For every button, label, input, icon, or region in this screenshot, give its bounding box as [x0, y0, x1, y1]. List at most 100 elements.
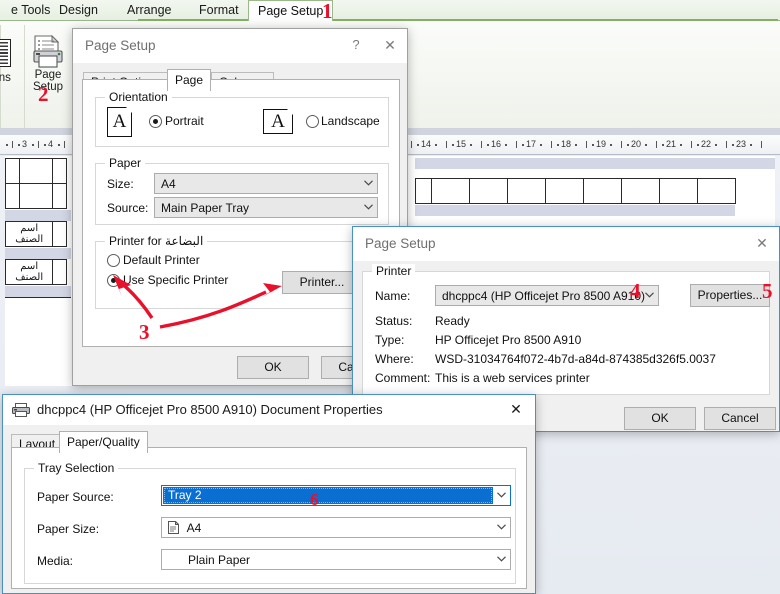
ruler-tick: 18 [561, 139, 572, 149]
radio-landscape[interactable] [306, 115, 319, 128]
document-table-left [5, 158, 67, 209]
document-table-right [415, 178, 736, 204]
radio-portrait[interactable] [149, 115, 162, 128]
radio-default-printer[interactable] [107, 254, 120, 267]
document-properties-dialog[interactable]: dhcppc4 (HP Officejet Pro 8500 A910) Doc… [2, 394, 536, 594]
printer-for-group: Printer for البضاعة Default Printer Use … [95, 234, 389, 309]
printer-type-label: Type: [375, 333, 405, 347]
printer-ok-button[interactable]: OK [624, 407, 696, 430]
tab-page[interactable]: Page [167, 69, 212, 91]
chevron-down-icon[interactable] [359, 174, 377, 193]
radio-use-specific-printer-label: Use Specific Printer [123, 273, 229, 287]
help-icon[interactable]: ? [339, 29, 373, 61]
radio-default-printer-label: Default Printer [123, 253, 200, 267]
ribbon-button-page-setup-label-2: Setup [32, 81, 64, 93]
close-icon[interactable]: ✕ [745, 227, 779, 259]
table-row-band [5, 248, 71, 259]
properties-button[interactable]: Properties... [690, 284, 770, 307]
printer-icon [12, 403, 30, 417]
ruler-tick: 15 [456, 139, 467, 149]
orientation-group: Orientation A Portrait A Landscape [95, 90, 389, 147]
tray-selection-group: Tray Selection Paper Source: Tray 2 Pape… [24, 461, 516, 584]
chevron-down-icon[interactable] [492, 550, 510, 569]
printer-page-setup-titlebar[interactable]: Page Setup ✕ [353, 227, 779, 261]
table-cell-arabic: اسم الصنف [4, 259, 54, 285]
chevron-down-icon[interactable] [640, 286, 658, 305]
paper-sheet-icon [168, 520, 180, 540]
ruler-tick: 16 [491, 139, 502, 149]
printer-where-label: Where: [375, 352, 414, 366]
media-combo-dp[interactable]: Plain Paper [161, 549, 511, 570]
printer-status-value: Ready [435, 314, 470, 328]
ribbon-button-page-setup[interactable]: Page Setup [20, 34, 76, 93]
paper-size-label-dp: Paper Size: [37, 522, 100, 536]
close-icon[interactable]: ✕ [373, 29, 407, 61]
ribbon-button-page-setup-label-1: Page [34, 69, 62, 81]
orientation-group-label: Orientation [105, 90, 172, 104]
printer-page-setup-title: Page Setup [365, 236, 436, 251]
printer-cancel-button[interactable]: Cancel [704, 407, 776, 430]
table-row-band [415, 205, 735, 216]
chevron-down-icon[interactable] [492, 518, 510, 537]
columns-icon [0, 39, 11, 67]
radio-landscape-label: Landscape [321, 114, 380, 128]
paper-size-value: A4 [161, 177, 176, 191]
tab-page-setup[interactable]: Page Setup [248, 0, 334, 22]
table-row-band [5, 286, 71, 297]
ruler-tick: 4 [48, 139, 54, 149]
ruler-tick: 14 [421, 139, 432, 149]
tab-paper-quality[interactable]: Paper/Quality [59, 431, 148, 453]
ruler-tick: 20 [631, 139, 642, 149]
chevron-down-icon[interactable] [359, 198, 377, 217]
printer-name-combo[interactable]: dhcppc4 (HP Officejet Pro 8500 A910) [435, 285, 659, 306]
printer-name-label: Name: [375, 289, 411, 303]
tab-format[interactable]: Format [190, 0, 248, 21]
media-value-dp: Plain Paper [188, 553, 251, 567]
table-row-band [5, 210, 71, 221]
landscape-page-icon: A [263, 108, 294, 134]
document-table-left-2: اسم الصنف [4, 221, 67, 247]
paper-size-combo-dp[interactable]: A4 [161, 517, 511, 538]
page-setup-dialog-titlebar[interactable]: Page Setup ? ✕ [73, 29, 407, 63]
printer-where-value: WSD-31034764f072-4b7d-a84d-874385d326f5.… [435, 352, 716, 366]
chevron-down-icon[interactable] [492, 486, 510, 505]
paper-source-label-dp: Paper Source: [37, 490, 114, 504]
close-icon[interactable]: ✕ [499, 393, 533, 425]
printer-type-value: HP Officejet Pro 8500 A910 [435, 333, 582, 347]
ruler-tick: 21 [666, 139, 677, 149]
radio-use-specific-printer[interactable] [107, 274, 120, 287]
ok-button[interactable]: OK [237, 356, 309, 379]
paper-source-combo[interactable]: Main Paper Tray [154, 197, 378, 218]
radio-portrait-label: Portrait [165, 114, 204, 128]
table-row-band [415, 158, 775, 169]
table-cell-arabic: اسم الصنف [4, 221, 54, 247]
paper-source-value-dp: Tray 2 [163, 487, 493, 504]
ruler-tick: 19 [596, 139, 607, 149]
printer-for-group-label: Printer for البضاعة [105, 234, 208, 248]
tab-design[interactable]: Design [50, 0, 107, 21]
portrait-page-icon: A [107, 106, 133, 137]
paper-source-label: Source: [107, 201, 149, 215]
document-properties-body: Layout Paper/Quality Tray Selection Pape… [3, 425, 535, 593]
document-table-left-3: اسم الصنف [4, 259, 67, 285]
document-properties-titlebar[interactable]: dhcppc4 (HP Officejet Pro 8500 A910) Doc… [3, 395, 535, 425]
table-edge [5, 297, 71, 313]
ribbon-tab-strip: e Tools Design Arrange Format Page Setup [0, 0, 780, 22]
paper-group-label: Paper [105, 156, 146, 170]
paper-quality-panel: Tray Selection Paper Source: Tray 2 Pape… [11, 447, 527, 589]
printer-comment-label: Comment: [375, 371, 431, 385]
paper-source-combo-dp[interactable]: Tray 2 [161, 485, 511, 506]
printer-button[interactable]: Printer... [282, 271, 362, 294]
ruler-tick: 17 [526, 139, 537, 149]
tray-selection-group-label: Tray Selection [34, 461, 119, 475]
printer-status-label: Status: [375, 314, 413, 328]
paper-size-label: Size: [107, 177, 134, 191]
tab-arrange[interactable]: Arrange [118, 0, 180, 21]
ruler-tick: 22 [701, 139, 712, 149]
paper-source-value: Main Paper Tray [161, 201, 250, 215]
document-properties-title: dhcppc4 (HP Officejet Pro 8500 A910) Doc… [37, 402, 383, 417]
printer-name-value: dhcppc4 (HP Officejet Pro 8500 A910) [442, 289, 646, 303]
printer-comment-value: This is a web services printer [435, 371, 590, 385]
paper-size-combo[interactable]: A4 [154, 173, 378, 194]
page-setup-printer-icon [28, 34, 68, 69]
